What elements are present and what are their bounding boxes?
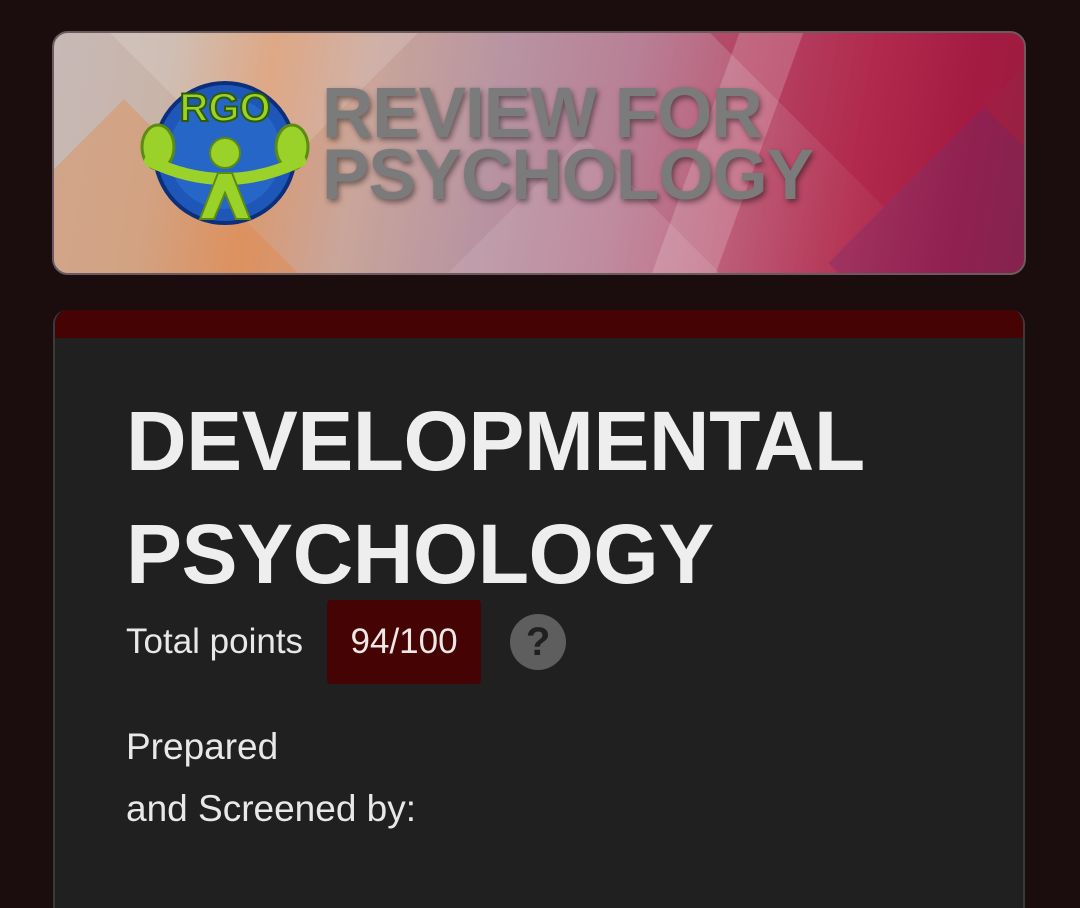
card-accent-bar	[55, 310, 1023, 338]
form-header-card: DEVELOPMENTAL PSYCHOLOGY Total points 94…	[53, 310, 1025, 908]
page: RGO REVIEW FOR PSYCHOLOGY DEVELOPMENTAL …	[0, 0, 1080, 908]
description-line2: and Screened by:	[126, 788, 417, 829]
banner-title: REVIEW FOR PSYCHOLOGY	[322, 78, 814, 215]
banner-title-line2: PSYCHOLOGY	[322, 136, 814, 215]
description-line1: Prepared	[126, 726, 279, 767]
score-badge: 94/100	[327, 600, 482, 684]
form-title-line2: PSYCHOLOGY	[126, 507, 714, 601]
form-description: Prepared and Screened by:	[126, 716, 416, 840]
question-circle-icon[interactable]: ?	[510, 614, 567, 670]
rgo-logo: RGO	[140, 81, 310, 225]
header-banner: RGO REVIEW FOR PSYCHOLOGY	[52, 31, 1026, 275]
total-points-row: Total points 94/100 ?	[126, 600, 567, 684]
logo-text: RGO	[179, 86, 270, 130]
total-points-label: Total points	[126, 622, 304, 661]
form-title-line1: DEVELOPMENTAL	[126, 394, 865, 488]
form-title: DEVELOPMENTAL PSYCHOLOGY	[126, 385, 865, 611]
